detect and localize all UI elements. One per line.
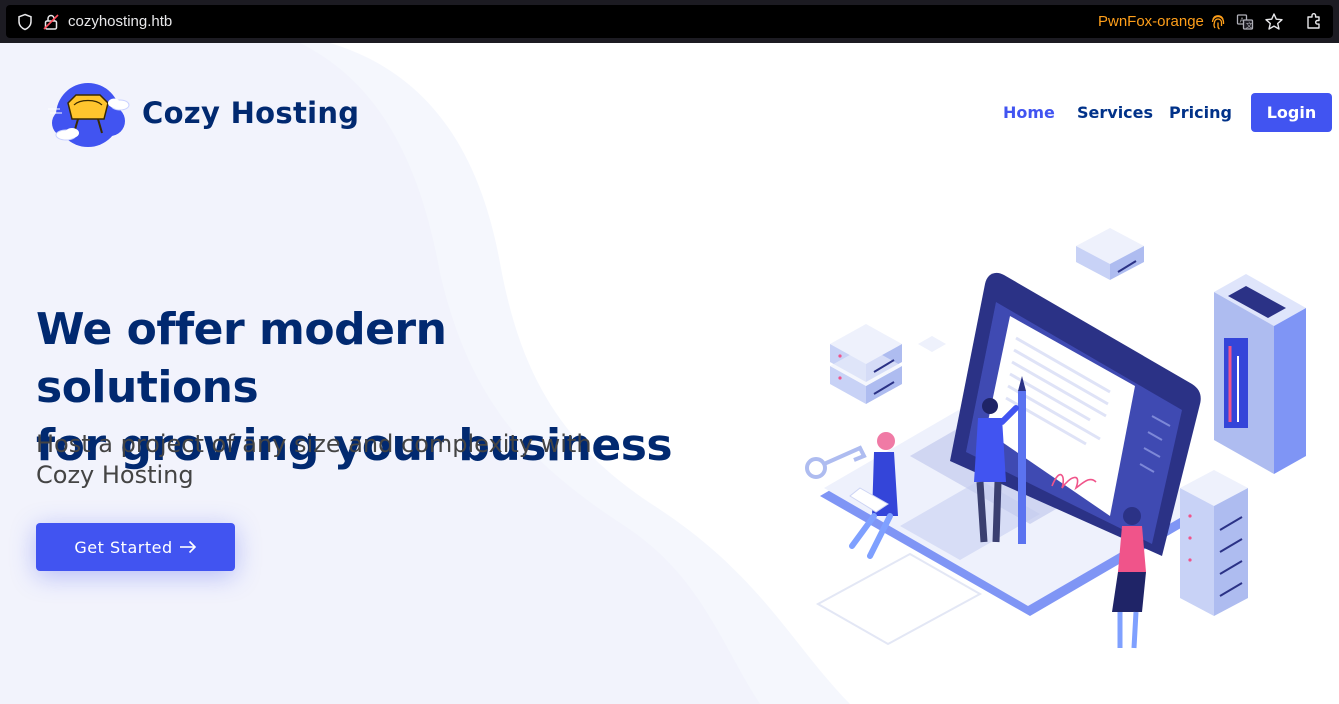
- lock-icon[interactable]: [42, 13, 60, 31]
- address-bar[interactable]: cozyhosting.htb PwnFox-orange A 文: [6, 5, 1333, 38]
- hero-illustration: [805, 228, 1306, 649]
- hero-subtitle: Host a project of any size and complexit…: [36, 430, 592, 489]
- nav-home[interactable]: Home: [1003, 103, 1055, 122]
- svg-text:A: A: [1240, 17, 1245, 25]
- page: Cozy Hosting Home Services Pricing Login…: [0, 43, 1339, 704]
- browser-toolbar: cozyhosting.htb PwnFox-orange A 文: [0, 0, 1339, 43]
- shield-icon[interactable]: [16, 13, 34, 31]
- get-started-button[interactable]: Get Started: [36, 523, 235, 571]
- container-label: PwnFox-orange: [1098, 13, 1204, 30]
- arrow-right-icon: [179, 540, 196, 554]
- nav-pricing[interactable]: Pricing: [1169, 103, 1232, 122]
- nav-services[interactable]: Services: [1077, 103, 1153, 122]
- server-left: [830, 324, 902, 404]
- svg-text:文: 文: [1246, 21, 1253, 30]
- fingerprint-icon: [1211, 15, 1225, 30]
- login-button[interactable]: Login: [1251, 93, 1332, 132]
- star-icon[interactable]: [1264, 12, 1284, 32]
- hero-title-line-1: We offer modern solutions: [36, 304, 447, 413]
- extension-icon[interactable]: [1304, 11, 1324, 31]
- logo-icon[interactable]: [44, 75, 132, 151]
- url-text[interactable]: cozyhosting.htb: [68, 13, 172, 31]
- translate-icon[interactable]: A 文: [1236, 13, 1254, 31]
- get-started-label: Get Started: [74, 537, 173, 557]
- server-right: [1180, 470, 1248, 616]
- brand-name[interactable]: Cozy Hosting: [142, 96, 359, 130]
